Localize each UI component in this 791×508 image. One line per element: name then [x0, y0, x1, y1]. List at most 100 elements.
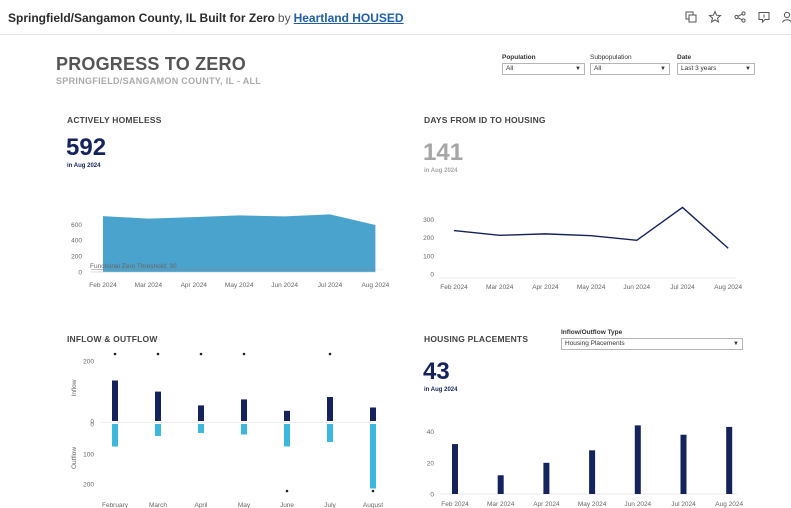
- chevron-down-icon: ▼: [745, 66, 751, 72]
- days-to-housing-chart: 0 100 200 300 Feb 2024 Mar 2024 Apr 2024 May 20…: [423, 206, 742, 291]
- x-tick-label: May 2024: [578, 501, 607, 508]
- x-tick-label: Aug 2024: [714, 284, 742, 291]
- x-tick-label: Jun 2024: [271, 282, 298, 289]
- workbook-title: Springfield/Sangamon County, IL Built fo…: [8, 11, 404, 25]
- flow-type-dropdown-value: Housing Placements: [565, 340, 625, 347]
- star-icon[interactable]: [708, 10, 722, 24]
- top-bar: Springfield/Sangamon County, IL Built fo…: [0, 0, 791, 35]
- population-dropdown-value: All: [506, 65, 514, 72]
- marker-dot: [371, 489, 375, 493]
- marker-dot: [242, 352, 246, 356]
- flow-type-filter: Inflow/Outflow Type Housing Placements ▼: [561, 329, 743, 350]
- y-tick-label: 600: [71, 222, 82, 229]
- population-dropdown[interactable]: All ▼: [502, 63, 585, 75]
- outflow-bar: [155, 424, 161, 436]
- x-tick-label: Feb 2024: [441, 501, 469, 508]
- days-to-housing-value: 141: [423, 139, 464, 166]
- population-filter: Population All ▼: [502, 54, 585, 75]
- y-tick-label: 100: [423, 253, 434, 260]
- population-filter-label: Population: [502, 54, 536, 61]
- dashboard-title: PROGRESS TO ZERO: [56, 54, 246, 74]
- author-link[interactable]: Heartland HOUSED: [294, 11, 404, 25]
- inflow-bar: [241, 399, 247, 421]
- inflow-axis-label: Inflow: [71, 379, 78, 396]
- flow-type-filter-label: Inflow/Outflow Type: [561, 329, 623, 336]
- marker-dot: [285, 489, 289, 493]
- date-filter-label: Date: [677, 54, 692, 61]
- actively-homeless-title: ACTIVELY HOMELESS: [67, 115, 162, 125]
- chevron-down-icon: ▼: [575, 66, 581, 72]
- x-tick-label: April: [194, 502, 208, 508]
- x-tick-label: Apr 2024: [181, 282, 208, 289]
- outflow-bar: [370, 424, 376, 489]
- outflow-bar: [241, 424, 247, 435]
- x-tick-label: Jul 2024: [671, 501, 696, 508]
- outflow-bar: [198, 424, 204, 433]
- placement-bar: [589, 450, 596, 494]
- x-tick-label: February: [102, 502, 129, 508]
- x-tick-label: May 2024: [225, 282, 254, 289]
- flow-type-dropdown[interactable]: Housing Placements ▼: [561, 338, 743, 350]
- y-tick-label: 40: [427, 429, 435, 436]
- x-tick-label: August: [363, 502, 383, 508]
- marker-dot: [156, 352, 160, 356]
- y-tick-label: 200: [71, 254, 82, 261]
- x-tick-label: Aug 2024: [715, 501, 743, 508]
- days-line-series: [453, 206, 729, 249]
- chevron-down-icon: ▼: [660, 66, 666, 72]
- placement-bar: [452, 444, 458, 494]
- outflow-bar: [284, 424, 290, 447]
- comment-icon[interactable]: [757, 10, 771, 24]
- actively-homeless-chart: Functional Zero Threshold: 30 0 200 400 600 F…: [71, 214, 390, 289]
- x-tick-label: Mar 2024: [486, 284, 514, 291]
- x-tick-label: May: [238, 502, 251, 508]
- y-tick-label: 400: [71, 238, 82, 245]
- x-tick-label: June: [280, 502, 294, 508]
- x-tick-label: Apr 2024: [533, 501, 560, 508]
- days-to-housing-sub: in Aug 2024: [424, 168, 458, 174]
- outflow-bar: [327, 424, 333, 442]
- x-tick-label: Mar 2024: [135, 282, 163, 289]
- actively-homeless-value: 592: [66, 134, 107, 161]
- days-to-housing-title: DAYS FROM ID TO HOUSING: [424, 115, 546, 125]
- inflow-bar: [155, 391, 161, 421]
- profile-icon[interactable]: [780, 10, 791, 24]
- share-icon[interactable]: [733, 10, 747, 24]
- x-tick-label: Apr 2024: [532, 284, 559, 291]
- housing-placements-chart: 0 20 40 Feb 2024 Mar 2024 Apr 2024 May 2024 Jun…: [427, 425, 743, 508]
- inflow-bar: [284, 410, 290, 421]
- y-tick-label: 0: [430, 492, 434, 499]
- marker-dot: [328, 352, 332, 356]
- by-text: by: [277, 11, 291, 25]
- inflow-outflow-chart: InflowOutflow02000100200February March Apr…: [71, 352, 383, 508]
- inflow-bar: [198, 405, 204, 421]
- dashboard-subtitle: SPRINGFIELD/SANGAMON COUNTY, IL - ALL: [56, 76, 262, 86]
- housing-placements-title: HOUSING PLACEMENTS: [424, 334, 529, 344]
- x-tick-label: July: [324, 502, 336, 508]
- date-dropdown[interactable]: Last 3 years ▼: [677, 63, 755, 75]
- threshold-label: Functional Zero Threshold: 30: [90, 263, 177, 270]
- subpopulation-dropdown[interactable]: All ▼: [590, 63, 670, 75]
- copy-icon[interactable]: [684, 10, 698, 24]
- marker-dot: [113, 352, 117, 356]
- marker-dot: [199, 352, 203, 356]
- date-dropdown-value: Last 3 years: [681, 65, 717, 72]
- outflow-y-tick: 0: [90, 422, 94, 429]
- outflow-bar: [112, 424, 118, 447]
- x-tick-label: Feb 2024: [440, 284, 468, 291]
- actively-homeless-sub: in Aug 2024: [67, 163, 101, 169]
- y-tick-label: 0: [430, 272, 434, 279]
- inflow-outflow-title: INFLOW & OUTFLOW: [67, 334, 158, 344]
- subpopulation-filter: Subpopulation All ▼: [590, 54, 670, 75]
- outflow-y-tick: 100: [83, 452, 94, 459]
- housing-placements-sub: in Aug 2024: [424, 387, 458, 393]
- x-tick-label: Mar 2024: [487, 501, 515, 508]
- inflow-bar: [370, 407, 376, 421]
- x-tick-label: May 2024: [577, 284, 606, 291]
- x-tick-label: Jul 2024: [670, 284, 695, 291]
- subpopulation-dropdown-value: All: [594, 65, 602, 72]
- outflow-axis-label: Outflow: [71, 447, 78, 469]
- outflow-y-tick: 200: [83, 482, 94, 489]
- inflow-y-tick: 200: [83, 359, 94, 366]
- inflow-bar: [327, 397, 333, 421]
